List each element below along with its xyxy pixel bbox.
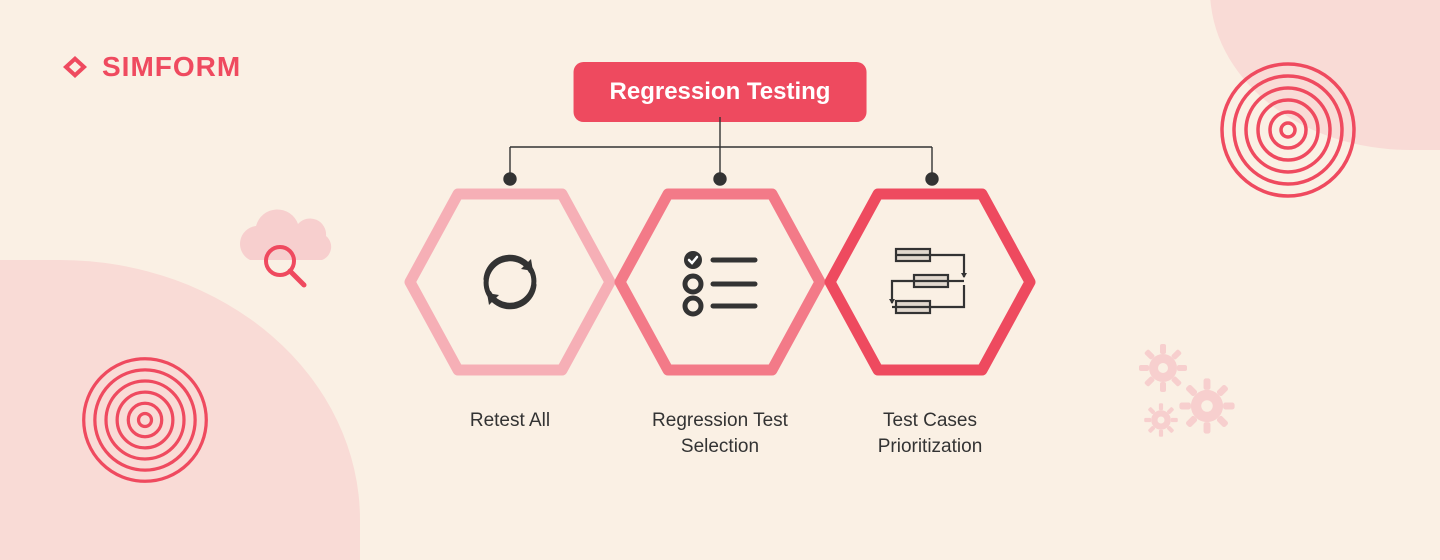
hex-label: Regression Test Selection	[620, 408, 820, 459]
brand-name: SIMFORM	[102, 51, 241, 83]
hex-row: Retest All Regression Test Selection	[399, 182, 1041, 459]
concentric-circles-decoration-2	[80, 355, 210, 490]
diagram-title: Regression Testing	[574, 62, 867, 122]
hex-shape	[820, 182, 1040, 382]
cloud-search-decoration	[220, 205, 340, 305]
hex-shape	[610, 182, 830, 382]
hex-item-retest-all: Retest All	[399, 182, 621, 459]
gears-decoration	[1135, 340, 1250, 450]
tree-connector	[380, 117, 1060, 187]
diagram-title-text: Regression Testing	[610, 78, 831, 105]
checklist-icon	[679, 246, 761, 318]
simform-logo-icon	[58, 50, 92, 84]
hex-label: Retest All	[470, 408, 550, 434]
hex-item-selection: Regression Test Selection	[609, 182, 831, 459]
hex-shape	[400, 182, 620, 382]
concentric-circles-decoration	[1218, 60, 1358, 205]
hex-label: Test Cases Prioritization	[830, 408, 1030, 459]
hex-item-prioritization: Test Cases Prioritization	[819, 182, 1041, 459]
brand-logo: SIMFORM	[58, 50, 241, 84]
flowchart-icon	[886, 243, 974, 321]
refresh-icon	[471, 243, 549, 321]
